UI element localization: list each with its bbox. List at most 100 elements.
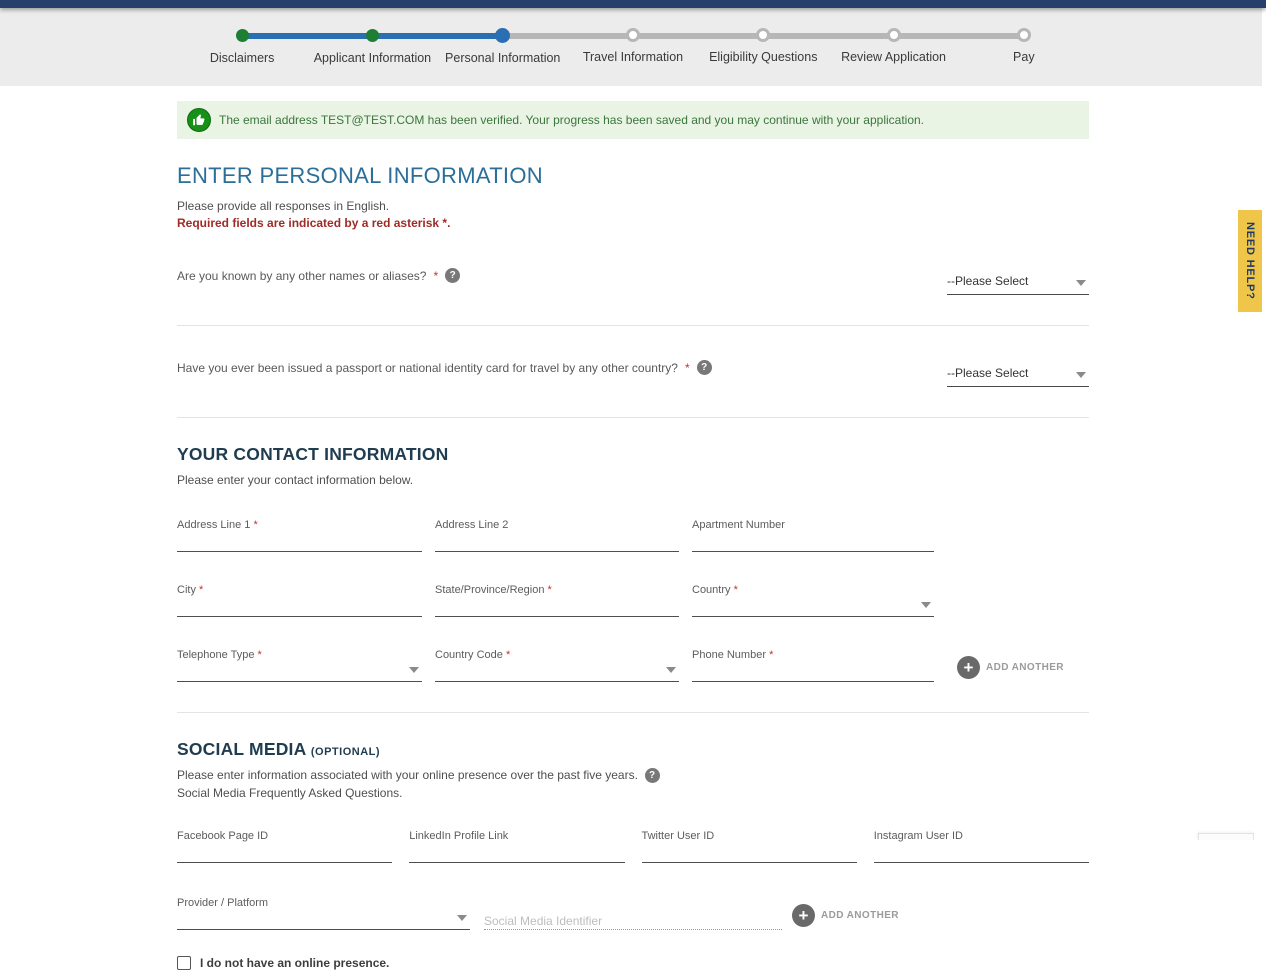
add-another-phone-button[interactable]: + ADD ANOTHER <box>957 656 1089 679</box>
address-line-2-input[interactable] <box>435 535 679 550</box>
chevron-down-icon <box>1076 280 1086 286</box>
instagram-field-wrap: Instagram User ID <box>874 830 1089 863</box>
social-identifier-field-wrap <box>484 897 782 930</box>
required-asterisk: * <box>506 649 510 661</box>
city-input[interactable] <box>177 600 422 615</box>
progress-header: Disclaimers Applicant Information Person… <box>0 8 1266 86</box>
step-label: Pay <box>1013 50 1035 64</box>
phone-number-field-wrap: Phone Number * <box>692 649 934 682</box>
help-icon[interactable]: ? <box>645 768 660 783</box>
email-verified-banner: The email address TEST@TEST.COM has been… <box>177 101 1089 139</box>
phone-row: Telephone Type * Country Code * Phone Nu… <box>177 649 1089 682</box>
social-media-section: SOCIAL MEDIA (OPTIONAL) Please enter inf… <box>177 739 1089 970</box>
progress-step-travel-information[interactable]: Travel Information <box>568 29 698 65</box>
social-intro: Please enter information associated with… <box>177 768 1089 783</box>
facebook-field-wrap: Facebook Page ID <box>177 830 392 863</box>
address-line-1-input[interactable] <box>177 535 422 550</box>
other-passport-select[interactable]: --Please Select <box>947 360 1089 387</box>
step-dot-complete-icon <box>236 29 249 42</box>
country-label: Country * <box>692 584 738 596</box>
step-label: Eligibility Questions <box>709 50 817 64</box>
chevron-down-icon <box>457 915 467 921</box>
right-edge-gutter <box>1262 0 1266 840</box>
progress-stepper: Disclaimers Applicant Information Person… <box>177 8 1089 65</box>
banner-message: The email address TEST@TEST.COM has been… <box>219 113 924 127</box>
chevron-down-icon <box>409 667 419 673</box>
provider-platform-label: Provider / Platform <box>177 897 268 909</box>
question-label: Are you known by any other names or alia… <box>177 268 460 283</box>
progress-step-review-application[interactable]: Review Application <box>828 29 958 65</box>
optional-tag: (OPTIONAL) <box>311 746 380 758</box>
contact-section-title: YOUR CONTACT INFORMATION <box>177 444 1089 465</box>
twitter-label: Twitter User ID <box>642 830 715 842</box>
state-input[interactable] <box>435 600 679 615</box>
required-asterisk: * <box>199 584 203 596</box>
required-asterisk: * <box>258 649 262 661</box>
social-faq-link[interactable]: Social Media Frequently Asked Questions. <box>177 786 1089 800</box>
social-media-title: SOCIAL MEDIA (OPTIONAL) <box>177 739 1089 760</box>
instagram-label: Instagram User ID <box>874 830 963 842</box>
required-asterisk: * <box>433 269 438 283</box>
add-another-social-button[interactable]: + ADD ANOTHER <box>792 904 899 927</box>
step-dot-current-icon <box>495 28 510 43</box>
help-icon[interactable]: ? <box>697 360 712 375</box>
required-asterisk: * <box>548 584 552 596</box>
linkedin-label: LinkedIn Profile Link <box>409 830 508 842</box>
provider-row: Provider / Platform + ADD ANOTHER <box>177 897 1089 930</box>
contact-section: YOUR CONTACT INFORMATION Please enter yo… <box>177 444 1089 713</box>
plus-icon: + <box>792 904 815 927</box>
question-label: Have you ever been issued a passport or … <box>177 360 712 375</box>
linkedin-input[interactable] <box>409 846 624 861</box>
address-line-1-label: Address Line 1 * <box>177 519 258 531</box>
phone-number-input[interactable] <box>692 665 934 680</box>
progress-step-disclaimers[interactable]: Disclaimers <box>177 29 307 65</box>
need-help-tab[interactable]: NEED HELP? <box>1238 210 1262 312</box>
progress-step-personal-information[interactable]: Personal Information <box>438 29 568 65</box>
step-dot-upcoming-icon <box>1017 28 1031 42</box>
facebook-input[interactable] <box>177 846 392 861</box>
social-identifier-input[interactable] <box>484 913 782 928</box>
step-dot-complete-icon <box>366 29 379 42</box>
no-online-presence-checkbox[interactable] <box>177 956 191 970</box>
no-online-presence-row: I do not have an online presence. <box>177 956 1089 970</box>
required-asterisk: * <box>253 519 257 531</box>
telephone-type-label: Telephone Type * <box>177 649 262 661</box>
aliases-select[interactable]: --Please Select <box>947 268 1089 295</box>
step-dot-upcoming-icon <box>756 28 770 42</box>
progress-step-eligibility-questions[interactable]: Eligibility Questions <box>698 29 828 65</box>
chevron-down-icon <box>921 602 931 608</box>
apartment-number-input[interactable] <box>692 535 934 550</box>
plus-icon: + <box>957 656 980 679</box>
progress-step-applicant-information[interactable]: Applicant Information <box>307 29 437 65</box>
instagram-input[interactable] <box>874 846 1089 861</box>
help-icon[interactable]: ? <box>445 268 460 283</box>
required-fields-note: Required fields are indicated by a red a… <box>177 216 1089 230</box>
step-label: Travel Information <box>583 50 683 64</box>
address-line-2-field-wrap: Address Line 2 <box>435 519 679 552</box>
thumbs-up-icon <box>187 108 211 132</box>
twitter-input[interactable] <box>642 846 857 861</box>
country-select[interactable]: Country * <box>692 584 934 617</box>
question-row-other-passport: Have you ever been issued a passport or … <box>177 326 1089 418</box>
state-field-wrap: State/Province/Region * <box>435 584 679 617</box>
phone-number-label: Phone Number * <box>692 649 773 661</box>
progress-step-pay[interactable]: Pay <box>959 29 1089 65</box>
corner-widget <box>1198 833 1254 840</box>
telephone-type-select[interactable]: Telephone Type * <box>177 649 422 682</box>
contact-intro: Please enter your contact information be… <box>177 473 1089 487</box>
country-code-select[interactable]: Country Code * <box>435 649 679 682</box>
provider-platform-select[interactable]: Provider / Platform <box>177 897 470 930</box>
apartment-number-label: Apartment Number <box>692 519 785 531</box>
city-row: City * State/Province/Region * Country * <box>177 584 1089 617</box>
required-asterisk: * <box>769 649 773 661</box>
city-field-wrap: City * <box>177 584 422 617</box>
apartment-number-field-wrap: Apartment Number <box>692 519 934 552</box>
address-line-1-field-wrap: Address Line 1 * <box>177 519 422 552</box>
address-line-2-label: Address Line 2 <box>435 519 508 531</box>
chevron-down-icon <box>1076 372 1086 378</box>
step-dot-upcoming-icon <box>626 28 640 42</box>
step-label: Disclaimers <box>210 51 275 65</box>
step-label: Applicant Information <box>314 51 431 65</box>
english-note: Please provide all responses in English. <box>177 199 1089 213</box>
linkedin-field-wrap: LinkedIn Profile Link <box>409 830 624 863</box>
